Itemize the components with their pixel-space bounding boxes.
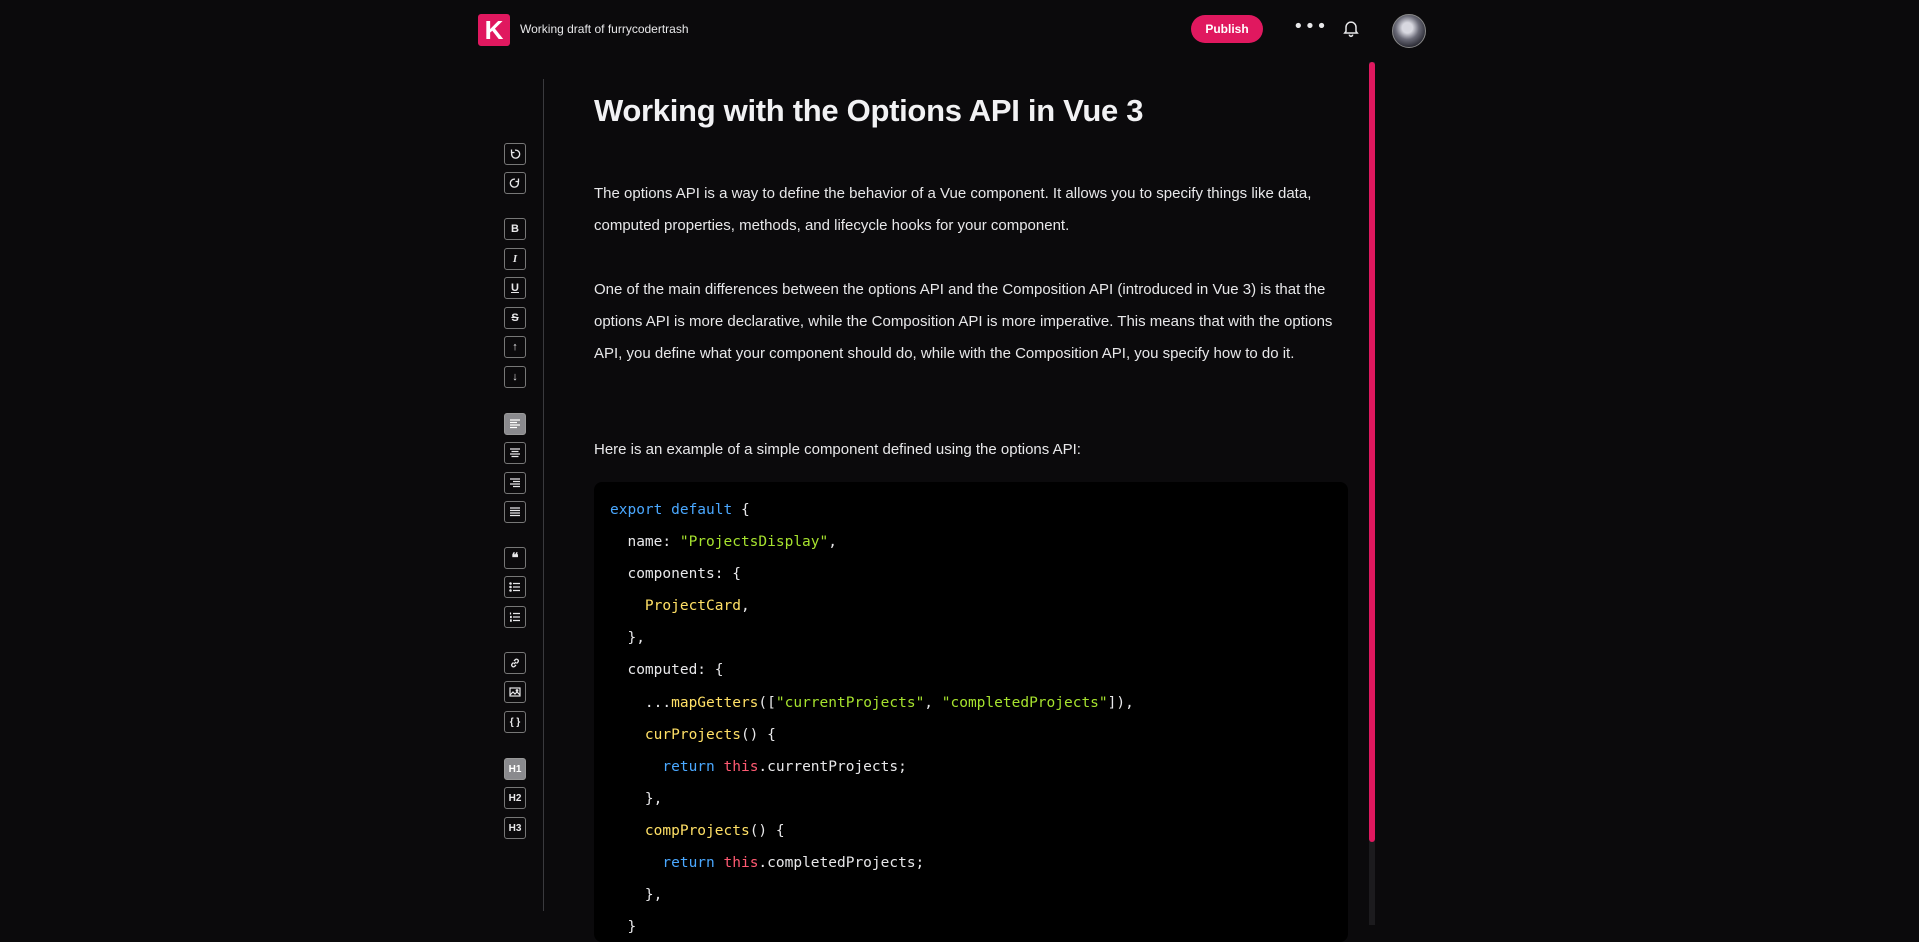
app-logo[interactable]: K xyxy=(478,14,510,46)
scrollbar-thumb[interactable] xyxy=(1369,62,1375,842)
arrow-up-icon[interactable]: ↑ xyxy=(504,336,526,358)
toolbar-divider xyxy=(543,79,544,911)
publish-button[interactable]: Publish xyxy=(1191,15,1263,43)
paragraph-differences[interactable]: One of the main differences between the … xyxy=(594,274,1349,370)
arrow-down-icon[interactable]: ↓ xyxy=(504,366,526,388)
align-center-icon[interactable] xyxy=(504,442,526,464)
paragraph-intro[interactable]: The options API is a way to define the b… xyxy=(594,178,1349,242)
code-block[interactable]: export default { name: "ProjectsDisplay"… xyxy=(594,482,1348,942)
numbered-list-icon[interactable] xyxy=(504,606,526,628)
align-justify-icon[interactable] xyxy=(504,501,526,523)
align-left-icon[interactable] xyxy=(504,413,526,435)
align-right-icon[interactable] xyxy=(504,472,526,494)
bullet-list-icon[interactable] xyxy=(504,576,526,598)
paragraph-example-intro[interactable]: Here is an example of a simple component… xyxy=(594,434,1349,466)
undo-icon[interactable] xyxy=(504,143,526,165)
redo-icon[interactable] xyxy=(504,172,526,194)
article-title[interactable]: Working with the Options API in Vue 3 xyxy=(594,93,1144,129)
image-icon[interactable] xyxy=(504,681,526,703)
heading-1-button[interactable]: H1 xyxy=(504,758,526,780)
bold-icon[interactable]: B xyxy=(504,218,526,240)
link-icon[interactable] xyxy=(504,652,526,674)
quote-icon[interactable]: ❝ xyxy=(504,547,526,569)
user-avatar[interactable] xyxy=(1392,14,1426,48)
code-block-icon[interactable]: { } xyxy=(504,711,526,733)
heading-2-button[interactable]: H2 xyxy=(504,787,526,809)
heading-3-button[interactable]: H3 xyxy=(504,817,526,839)
strikethrough-icon[interactable]: S xyxy=(504,307,526,329)
notification-bell-icon[interactable] xyxy=(1341,18,1363,40)
italic-icon[interactable]: I xyxy=(504,248,526,270)
more-options-icon[interactable]: ••• xyxy=(1293,18,1327,40)
draft-title: Working draft of furrycodertrash xyxy=(520,22,689,36)
underline-icon[interactable]: U xyxy=(504,277,526,299)
